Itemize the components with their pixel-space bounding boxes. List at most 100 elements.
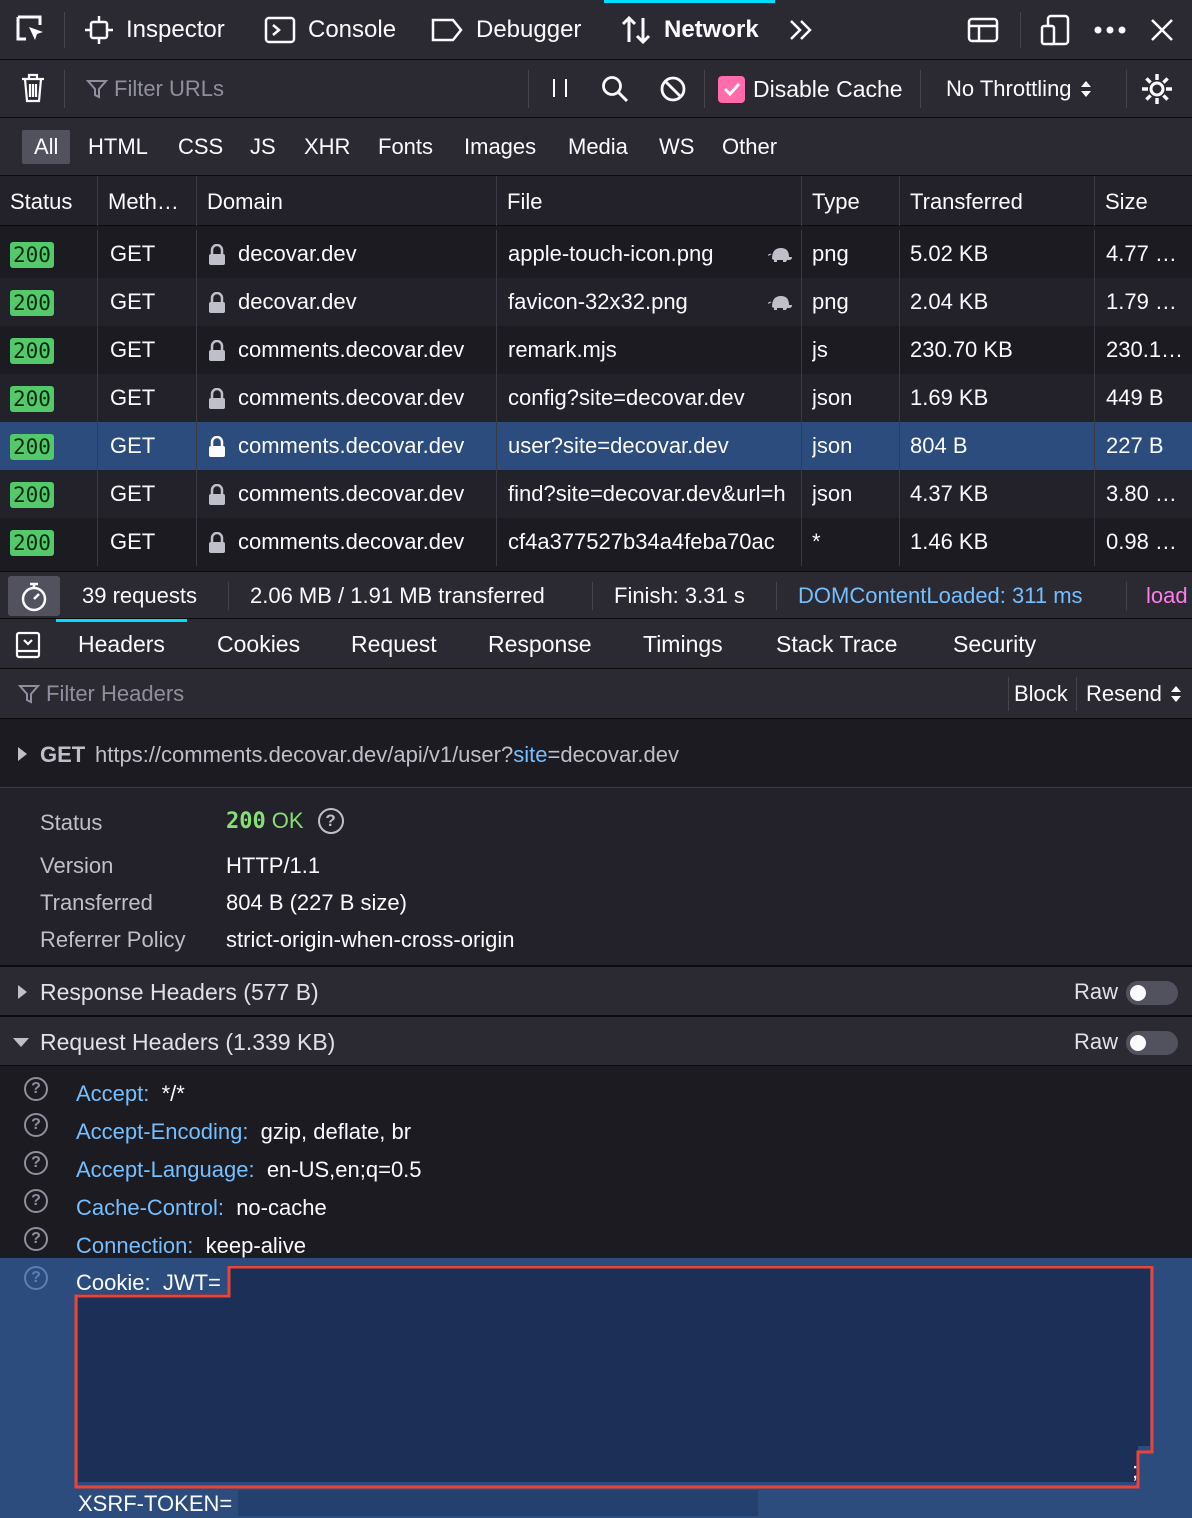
column-separator <box>801 470 802 518</box>
table-row[interactable]: 200 GET comments.decovar.dev find?site=deco… <box>0 470 1192 518</box>
block-button[interactable]: Block <box>1014 669 1068 719</box>
request-url: https://comments.decovar.dev/api/v1/user… <box>95 720 679 790</box>
column-separator <box>899 422 900 470</box>
tab-network[interactable]: Network <box>604 0 775 60</box>
type-tab-fonts[interactable]: Fonts <box>366 130 445 164</box>
raw-toggle[interactable] <box>1126 1031 1178 1055</box>
more-options-button[interactable] <box>1092 0 1128 60</box>
column-separator <box>496 326 497 374</box>
table-row[interactable]: 200 GET comments.decovar.dev remark.mjs js 23… <box>0 326 1192 374</box>
status-help-icon[interactable]: ? <box>317 808 344 834</box>
column-header-type[interactable]: Type <box>802 176 900 226</box>
row-size: 0.98 … <box>1106 529 1177 554</box>
toggle-sidebar-button[interactable] <box>14 631 42 665</box>
help-icon[interactable]: ? <box>24 1151 48 1175</box>
pause-button[interactable] <box>548 76 572 106</box>
request-url-prefix: https://comments.decovar.dev/api/v1/user… <box>95 742 514 767</box>
table-row[interactable]: 200 GET comments.decovar.dev user?site=deco… <box>0 422 1192 470</box>
status-text: OK <box>271 808 304 833</box>
table-row[interactable]: 200 GET comments.decovar.dev config?site=de… <box>0 374 1192 422</box>
responsive-design-button[interactable] <box>1038 0 1072 60</box>
header-row[interactable]: ? Accept-Language: en-US,en;q=0.5 <box>0 1147 1192 1185</box>
help-icon[interactable]: ? <box>24 1266 48 1290</box>
column-separator <box>97 374 98 422</box>
search-button[interactable] <box>600 74 630 110</box>
help-icon[interactable]: ? <box>24 1189 48 1213</box>
summary-referrer-value: strict-origin-when-cross-origin <box>226 927 515 952</box>
header-name: Accept: <box>76 1081 150 1106</box>
tab-cookies[interactable]: Cookies <box>217 619 300 669</box>
type-tab-all[interactable]: All <box>22 130 71 164</box>
tab-debugger[interactable]: Debugger <box>430 0 581 60</box>
request-url-line[interactable]: GET https://comments.decovar.dev/api/v1/… <box>0 720 1192 788</box>
tab-console[interactable]: Console <box>264 0 396 60</box>
tab-network-label: Network <box>664 16 759 43</box>
help-icon[interactable]: ? <box>24 1227 48 1251</box>
response-headers-section[interactable]: Response Headers (577 B) Raw <box>0 966 1192 1016</box>
tab-inspector[interactable]: Inspector <box>84 0 225 60</box>
raw-toggle[interactable] <box>1126 981 1178 1005</box>
network-settings-button[interactable] <box>1140 72 1174 112</box>
column-separator <box>1094 374 1095 422</box>
header-row[interactable]: ? Accept: */* <box>0 1071 1192 1109</box>
type-tab-other[interactable]: Other <box>710 130 789 164</box>
performance-analysis-button[interactable] <box>8 576 60 616</box>
column-separator <box>97 230 98 278</box>
column-header-file[interactable]: File <box>497 176 802 226</box>
type-tab-media[interactable]: Media <box>556 130 640 164</box>
table-row[interactable]: 200 GET decovar.dev apple-touch-icon.png png… <box>0 230 1192 278</box>
filterbar-divider <box>1126 70 1127 108</box>
type-tab-js[interactable]: JS <box>238 130 288 164</box>
column-header-transferred[interactable]: Transferred <box>900 176 1095 226</box>
column-header-method[interactable]: Meth… <box>98 176 197 226</box>
element-picker-button[interactable] <box>14 0 48 60</box>
more-tools-button[interactable] <box>786 0 816 60</box>
status-code: 200 <box>226 808 266 834</box>
type-tab-images[interactable]: Images <box>452 130 548 164</box>
cookie-header-row[interactable]: ? Cookie: JWT= ; XSRF-TOKEN= <box>0 1258 1192 1518</box>
type-tab-css[interactable]: CSS <box>166 130 235 164</box>
header-name: Cache-Control: <box>76 1195 224 1220</box>
column-separator <box>1094 518 1095 566</box>
table-row[interactable]: 200 GET comments.decovar.dev cf4a377527b34a… <box>0 518 1192 566</box>
details-tabs: Headers Cookies Request Response Timings… <box>0 619 1192 669</box>
header-row[interactable]: ? Cache-Control: no-cache <box>0 1185 1192 1223</box>
tab-timings[interactable]: Timings <box>643 619 723 669</box>
request-headers-section[interactable]: Request Headers (1.339 KB) Raw <box>0 1016 1192 1066</box>
dock-layout-button[interactable] <box>966 0 1000 60</box>
tab-stack-trace[interactable]: Stack Trace <box>776 619 897 669</box>
tab-headers[interactable]: Headers <box>56 619 187 669</box>
responsive-design-icon <box>1040 14 1070 46</box>
header-row[interactable]: ? Connection: keep-alive <box>0 1223 1192 1261</box>
help-icon[interactable]: ? <box>24 1077 48 1101</box>
disable-cache-checkbox[interactable]: Disable Cache <box>718 60 903 118</box>
tab-response[interactable]: Response <box>488 619 592 669</box>
close-devtools-button[interactable] <box>1148 0 1176 60</box>
response-summary: Status 200 OK ? Version HTTP/1.1 Transfe… <box>0 788 1192 966</box>
redaction-outline <box>74 1266 1154 1489</box>
column-header-size[interactable]: Size <box>1095 176 1192 226</box>
row-type: json <box>812 433 853 458</box>
tab-request[interactable]: Request <box>351 619 437 669</box>
console-icon <box>264 16 296 44</box>
row-type: png <box>812 289 849 314</box>
type-tab-xhr[interactable]: XHR <box>292 130 362 164</box>
column-header-status[interactable]: Status <box>0 176 98 226</box>
type-tab-ws[interactable]: WS <box>647 130 706 164</box>
column-header-domain[interactable]: Domain <box>197 176 497 226</box>
row-method: GET <box>110 241 156 266</box>
table-row[interactable]: 200 GET decovar.dev favicon-32x32.png png 2.0… <box>0 278 1192 326</box>
tab-security[interactable]: Security <box>953 619 1036 669</box>
filter-urls-input[interactable]: Filter URLs <box>76 60 526 118</box>
throttling-select[interactable]: No Throttling <box>946 60 1092 118</box>
expand-arrow-icon <box>18 747 27 761</box>
block-requests-button[interactable] <box>658 74 688 110</box>
clear-requests-button[interactable] <box>18 72 48 110</box>
type-tab-html[interactable]: HTML <box>76 130 160 164</box>
help-icon[interactable]: ? <box>24 1113 48 1137</box>
header-row[interactable]: ? Accept-Encoding: gzip, deflate, br <box>0 1109 1192 1147</box>
filter-headers-input[interactable]: Filter Headers <box>0 669 1000 719</box>
column-separator <box>899 326 900 374</box>
row-domain: decovar.dev <box>238 289 357 314</box>
resend-button[interactable]: Resend <box>1086 669 1182 719</box>
